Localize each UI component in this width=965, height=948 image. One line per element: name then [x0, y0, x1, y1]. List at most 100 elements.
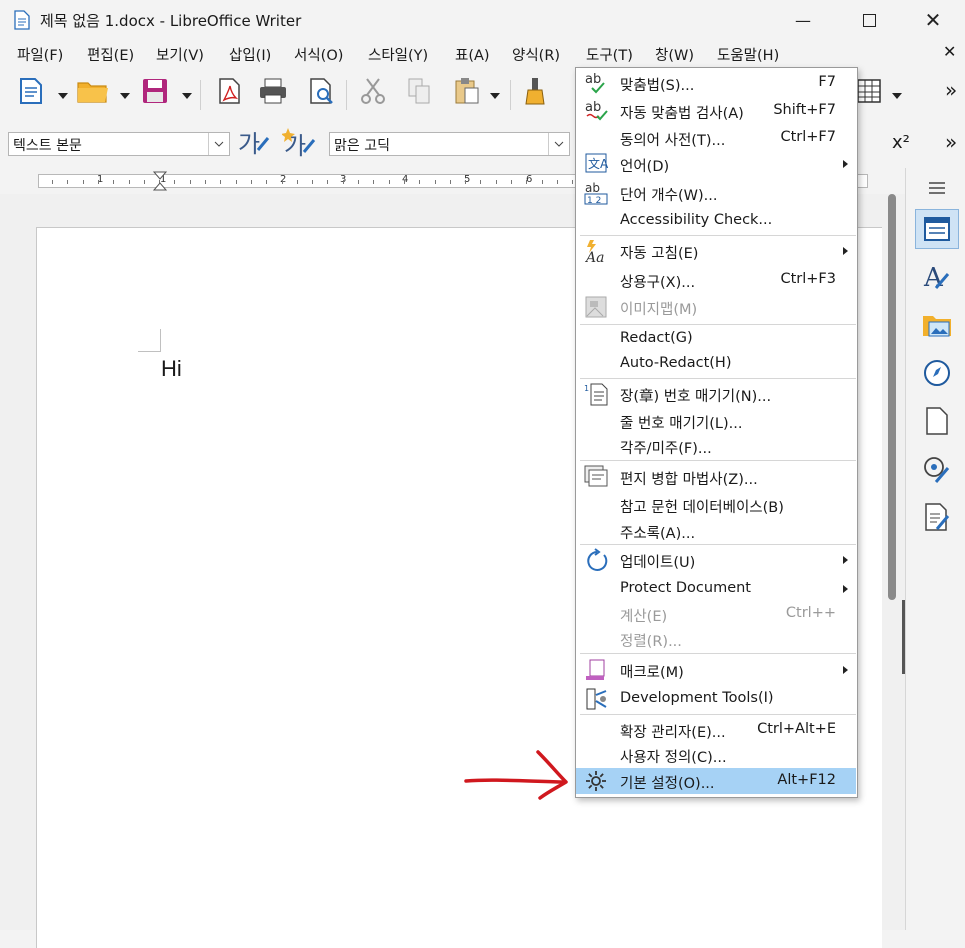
menu-item-6[interactable]: 표(A) [455, 44, 490, 65]
tools-menu-item-25[interactable]: 기본 설정(O)... Alt+F12 [576, 768, 856, 794]
menu-separator [580, 544, 856, 545]
ruler-tick [297, 180, 298, 184]
ruler-tick [190, 180, 191, 184]
tools-menu-item-18[interactable]: Protect Document [576, 576, 856, 602]
new-document-icon[interactable] [14, 74, 48, 108]
chevron-down-icon[interactable] [548, 133, 569, 155]
tools-menu-item-14[interactable]: 편지 병합 마법사(Z)... [576, 464, 856, 490]
open-dropdown-icon[interactable] [120, 93, 130, 99]
export-pdf-icon[interactable] [212, 74, 246, 108]
paragraph-style-combo[interactable]: 텍스트 본문 [8, 132, 230, 156]
menu-item-label: 매크로(M) [620, 665, 684, 681]
navigator-icon[interactable] [915, 353, 959, 393]
tools-menu-item-2[interactable]: 동의어 사전(T)... Ctrl+F7 [576, 125, 856, 151]
tools-menu-item-13[interactable]: 각주/미주(F)... [576, 433, 856, 459]
menu-item-2[interactable]: 보기(V) [156, 44, 204, 65]
new-dropdown-icon[interactable] [58, 93, 68, 99]
paste-icon[interactable] [450, 74, 484, 108]
menu-item-7[interactable]: 양식(R) [512, 44, 560, 65]
maximize-button[interactable] [846, 0, 892, 40]
tools-menu-item-11[interactable]: 1 장(章) 번호 매기기(N)... [576, 381, 856, 407]
menu-item-1[interactable]: 편집(E) [87, 44, 134, 65]
tools-menu-item-1[interactable]: ab 자동 맞춤법 검사(A) Shift+F7 [576, 98, 856, 124]
ruler-tick [52, 180, 53, 184]
ruler-tick [129, 180, 130, 184]
svg-text:ab: ab [585, 100, 601, 115]
open-folder-icon[interactable] [76, 74, 110, 108]
close-document-icon[interactable]: ✕ [943, 42, 956, 61]
new-style-icon[interactable]: 가 [282, 126, 316, 160]
tools-menu-item-6[interactable]: Aa 자동 고침(E) [576, 238, 856, 266]
menu-item-label: 업데이트(U) [620, 555, 696, 571]
menu-item-shortcut: Ctrl+Alt+E [757, 721, 836, 737]
menu-separator [580, 714, 856, 715]
page-icon[interactable] [915, 401, 959, 441]
ruler-tick [343, 180, 344, 184]
menu-item-label: 사용자 정의(C)... [620, 750, 727, 766]
indent-marker-icon[interactable] [152, 171, 168, 195]
tools-menu-item-10[interactable]: Auto-Redact(H) [576, 351, 856, 377]
tools-menu-item-24[interactable]: 사용자 정의(C)... [576, 742, 856, 768]
paragraph-style-value: 텍스트 본문 [13, 138, 82, 154]
sidebar-menu-icon[interactable] [915, 168, 959, 208]
font-name-combo[interactable]: 맑은 고딕 [329, 132, 570, 156]
document-text[interactable]: Hi [161, 356, 182, 382]
submenu-arrow-icon [843, 585, 848, 593]
menu-item-label: Protect Document [620, 580, 751, 596]
menu-item-4[interactable]: 서식(O) [294, 44, 343, 65]
tools-menu-item-21[interactable]: 매크로(M) [576, 657, 856, 683]
print-icon[interactable] [256, 74, 290, 108]
styles-icon[interactable]: A [915, 257, 959, 297]
macro-icon [584, 658, 610, 682]
tools-menu-item-12[interactable]: 줄 번호 매기기(L)... [576, 408, 856, 434]
menu-item-label: 주소록(A)... [620, 526, 696, 542]
minimize-button[interactable]: — [780, 0, 826, 40]
properties-icon[interactable] [915, 209, 959, 249]
menu-item-0[interactable]: 파일(F) [17, 44, 63, 65]
menu-item-label: Accessibility Check... [620, 212, 773, 228]
menu-item-3[interactable]: 삽입(I) [229, 44, 271, 65]
menu-item-10[interactable]: 도움말(H) [717, 44, 779, 65]
tools-menu-item-22[interactable]: Development Tools(I) [576, 686, 856, 712]
menu-item-8[interactable]: 도구(T) [586, 44, 633, 65]
update-style-icon[interactable]: 가 [236, 126, 270, 160]
scrollbar-thumb[interactable] [888, 194, 896, 600]
menu-item-9[interactable]: 창(W) [655, 44, 694, 65]
menu-item-label: 자동 고침(E) [620, 246, 699, 262]
clone-formatting-icon[interactable] [518, 74, 552, 108]
cut-icon[interactable] [356, 74, 390, 108]
gallery-icon[interactable] [915, 305, 959, 345]
tools-menu-item-0[interactable]: ab 맞춤법(S)... F7 [576, 70, 856, 96]
style-inspector-icon[interactable] [915, 449, 959, 489]
tools-menu-item-17[interactable]: 업데이트(U) [576, 547, 856, 573]
copy-icon[interactable] [402, 74, 436, 108]
superscript-button[interactable]: x² [892, 132, 910, 153]
ruler-tick [98, 180, 99, 184]
manage-changes-icon[interactable] [915, 497, 959, 537]
chevron-down-icon[interactable] [208, 133, 229, 155]
tools-menu-item-5[interactable]: Accessibility Check... [576, 208, 856, 234]
paste-dropdown-icon[interactable] [490, 93, 500, 99]
tools-menu-item-9[interactable]: Redact(G) [576, 326, 856, 352]
save-icon[interactable] [138, 74, 172, 108]
toolbar-overflow-icon[interactable]: » [945, 130, 957, 154]
ruler-tick [435, 180, 436, 184]
submenu-arrow-icon [843, 556, 848, 564]
tools-menu-item-15[interactable]: 참고 문헌 데이터베이스(B) [576, 492, 856, 518]
toolbar-overflow-icon[interactable]: » [945, 78, 957, 102]
menu-item-5[interactable]: 스타일(Y) [368, 44, 428, 65]
tools-menu-item-3[interactable]: 文A 언어(D) [576, 151, 856, 177]
table-dropdown-icon[interactable] [892, 93, 902, 99]
tools-menu-item-16[interactable]: 주소록(A)... [576, 518, 856, 544]
ruler-tick [83, 180, 84, 184]
ruler-tick [113, 180, 114, 184]
ruler-tick [205, 180, 206, 184]
menu-item-label: 참고 문헌 데이터베이스(B) [620, 500, 784, 516]
close-window-button[interactable]: ✕ [910, 0, 956, 40]
ruler-number: 2 [280, 174, 287, 185]
print-preview-icon[interactable] [304, 74, 338, 108]
tools-menu-item-23[interactable]: 확장 관리자(E)... Ctrl+Alt+E [576, 717, 856, 743]
save-dropdown-icon[interactable] [182, 93, 192, 99]
tools-menu-item-4[interactable]: ab 1 2 단어 개수(W)... [576, 180, 856, 206]
tools-menu-item-7[interactable]: 상용구(X)... Ctrl+F3 [576, 267, 856, 293]
